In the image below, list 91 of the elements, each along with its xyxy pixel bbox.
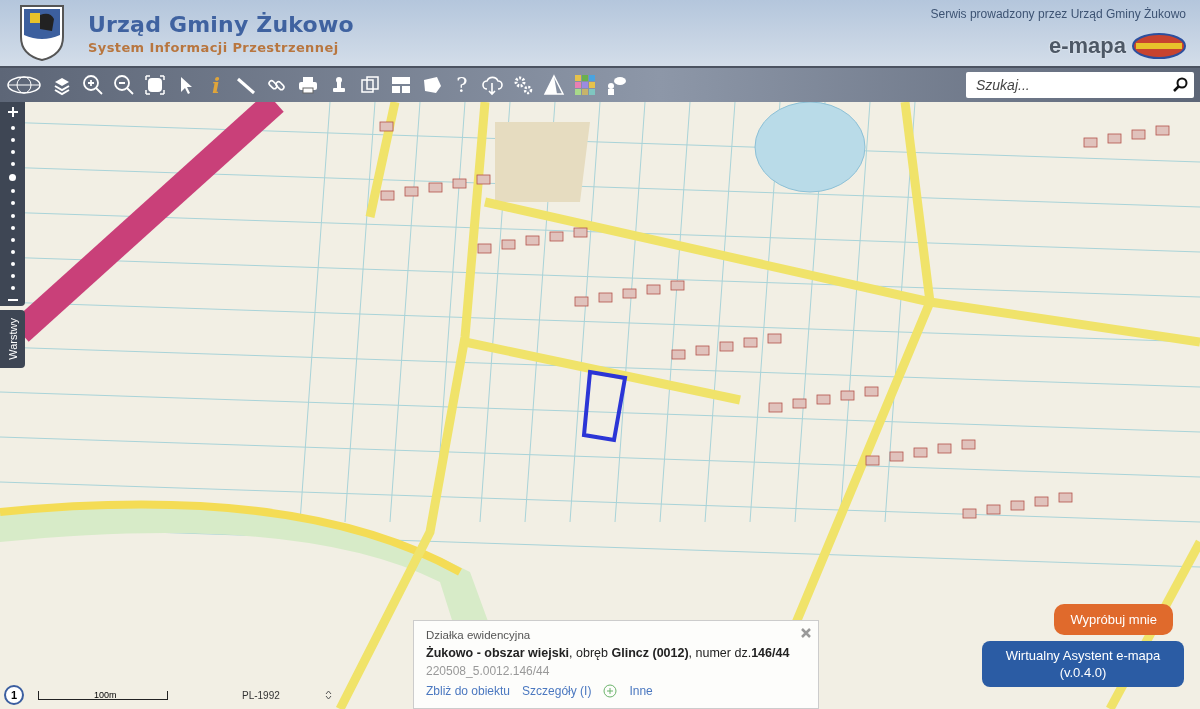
site-subtitle: System Informacji Przestrzennej	[88, 39, 340, 55]
building	[670, 280, 685, 291]
parcel-description: Żukowo - obszar wiejski, obręb Glincz (0012), numer dz.146/44	[426, 646, 791, 660]
building	[913, 447, 928, 458]
building	[622, 288, 637, 299]
zoom-level-dot-icon[interactable]	[10, 285, 15, 290]
building	[573, 227, 588, 238]
building	[476, 174, 491, 185]
building	[549, 231, 564, 242]
shape-icon[interactable]	[421, 74, 443, 96]
zoom-in-icon[interactable]	[82, 74, 104, 96]
triangle-icon[interactable]	[543, 74, 565, 96]
zoom-level-dot-icon[interactable]	[10, 261, 15, 266]
building	[840, 390, 855, 401]
building	[937, 443, 952, 454]
building	[719, 341, 734, 352]
close-icon[interactable]	[800, 627, 812, 639]
zoom-to-object-link[interactable]: Zbliż do obiektu	[426, 684, 511, 698]
building	[1083, 137, 1098, 148]
zoom-in-icon[interactable]	[6, 106, 19, 118]
building	[889, 451, 904, 462]
building	[379, 121, 394, 132]
cloud-download-icon[interactable]	[481, 74, 503, 96]
chat-user-icon[interactable]	[605, 74, 627, 96]
try-me-button[interactable]: Wypróbuj mnie	[1054, 604, 1173, 635]
building	[404, 186, 419, 197]
building	[962, 508, 977, 519]
popup-heading: Działka ewidencyjna	[426, 629, 532, 641]
print-icon[interactable]	[297, 74, 319, 96]
brand-name: e-mapa	[1048, 33, 1126, 59]
copy-icon[interactable]	[359, 74, 381, 96]
zoom-level-dot-icon[interactable]	[10, 150, 15, 155]
building	[792, 398, 807, 409]
building	[671, 349, 686, 360]
full-extent-icon[interactable]	[144, 74, 166, 96]
building	[646, 284, 661, 295]
building	[743, 337, 758, 348]
zoom-level-dot-icon[interactable]	[10, 189, 15, 194]
zoom-level-dot-icon[interactable]	[10, 237, 15, 242]
building	[452, 178, 467, 189]
parcel-identifier: 220508_5.0012.146/44	[426, 664, 551, 678]
building	[501, 239, 516, 250]
scale-bar: 100m	[38, 690, 168, 700]
building	[525, 235, 540, 246]
building	[598, 292, 613, 303]
zoom-level-dot-icon[interactable]	[10, 138, 15, 143]
other-link[interactable]: Inne	[629, 684, 653, 698]
building	[1058, 492, 1073, 503]
select-arrows-icon	[325, 689, 332, 700]
building	[768, 402, 783, 413]
zoom-level-dot-icon[interactable]	[10, 273, 15, 278]
details-link[interactable]: Szczegóły (I)	[522, 684, 592, 698]
building	[1107, 133, 1122, 144]
building	[695, 345, 710, 356]
coordinate-system-select[interactable]: PL-1992	[242, 689, 332, 701]
globe-icon[interactable]	[6, 74, 42, 96]
zoom-level-dot-icon[interactable]	[10, 126, 15, 131]
virtual-assistant-button[interactable]: Wirtualny Asystent e-mapa (v.0.4.0)	[982, 641, 1184, 687]
color-grid-icon[interactable]	[574, 74, 596, 96]
building	[1010, 500, 1025, 511]
zoom-out-icon[interactable]	[113, 74, 135, 96]
building	[986, 504, 1001, 515]
building	[477, 243, 492, 254]
zoom-out-icon[interactable]	[6, 297, 19, 302]
building	[1034, 496, 1049, 507]
building	[816, 394, 831, 405]
zoom-thumb[interactable]	[9, 174, 16, 182]
service-note: Serwis prowadzony przez Urząd Gminy Żukowo	[930, 7, 1186, 21]
building	[1155, 125, 1170, 136]
layout-icon[interactable]	[390, 74, 412, 96]
zoom-level-dot-icon[interactable]	[10, 249, 15, 254]
building	[865, 455, 880, 466]
building	[574, 296, 589, 307]
building	[767, 333, 782, 344]
zoom-level-dot-icon[interactable]	[10, 213, 15, 218]
zoom-level-dot-icon[interactable]	[10, 162, 15, 167]
globe-logo-icon	[1132, 33, 1186, 59]
layers-tab[interactable]: Warstwy	[0, 310, 25, 368]
site-title: Urząd Gminy Żukowo	[88, 11, 355, 37]
search-field[interactable]: Szukaj...	[966, 72, 1194, 98]
help-button[interactable]: ?	[452, 73, 472, 97]
zoom-slider[interactable]	[0, 102, 25, 306]
zoom-level-dot-icon[interactable]	[10, 201, 15, 206]
building	[380, 190, 395, 201]
coat-of-arms-icon	[18, 3, 66, 63]
building	[961, 439, 976, 450]
building	[428, 182, 443, 193]
search-icon[interactable]	[1172, 77, 1188, 93]
building	[1131, 129, 1146, 140]
zoom-level-dot-icon[interactable]	[10, 225, 15, 230]
building	[864, 386, 879, 397]
